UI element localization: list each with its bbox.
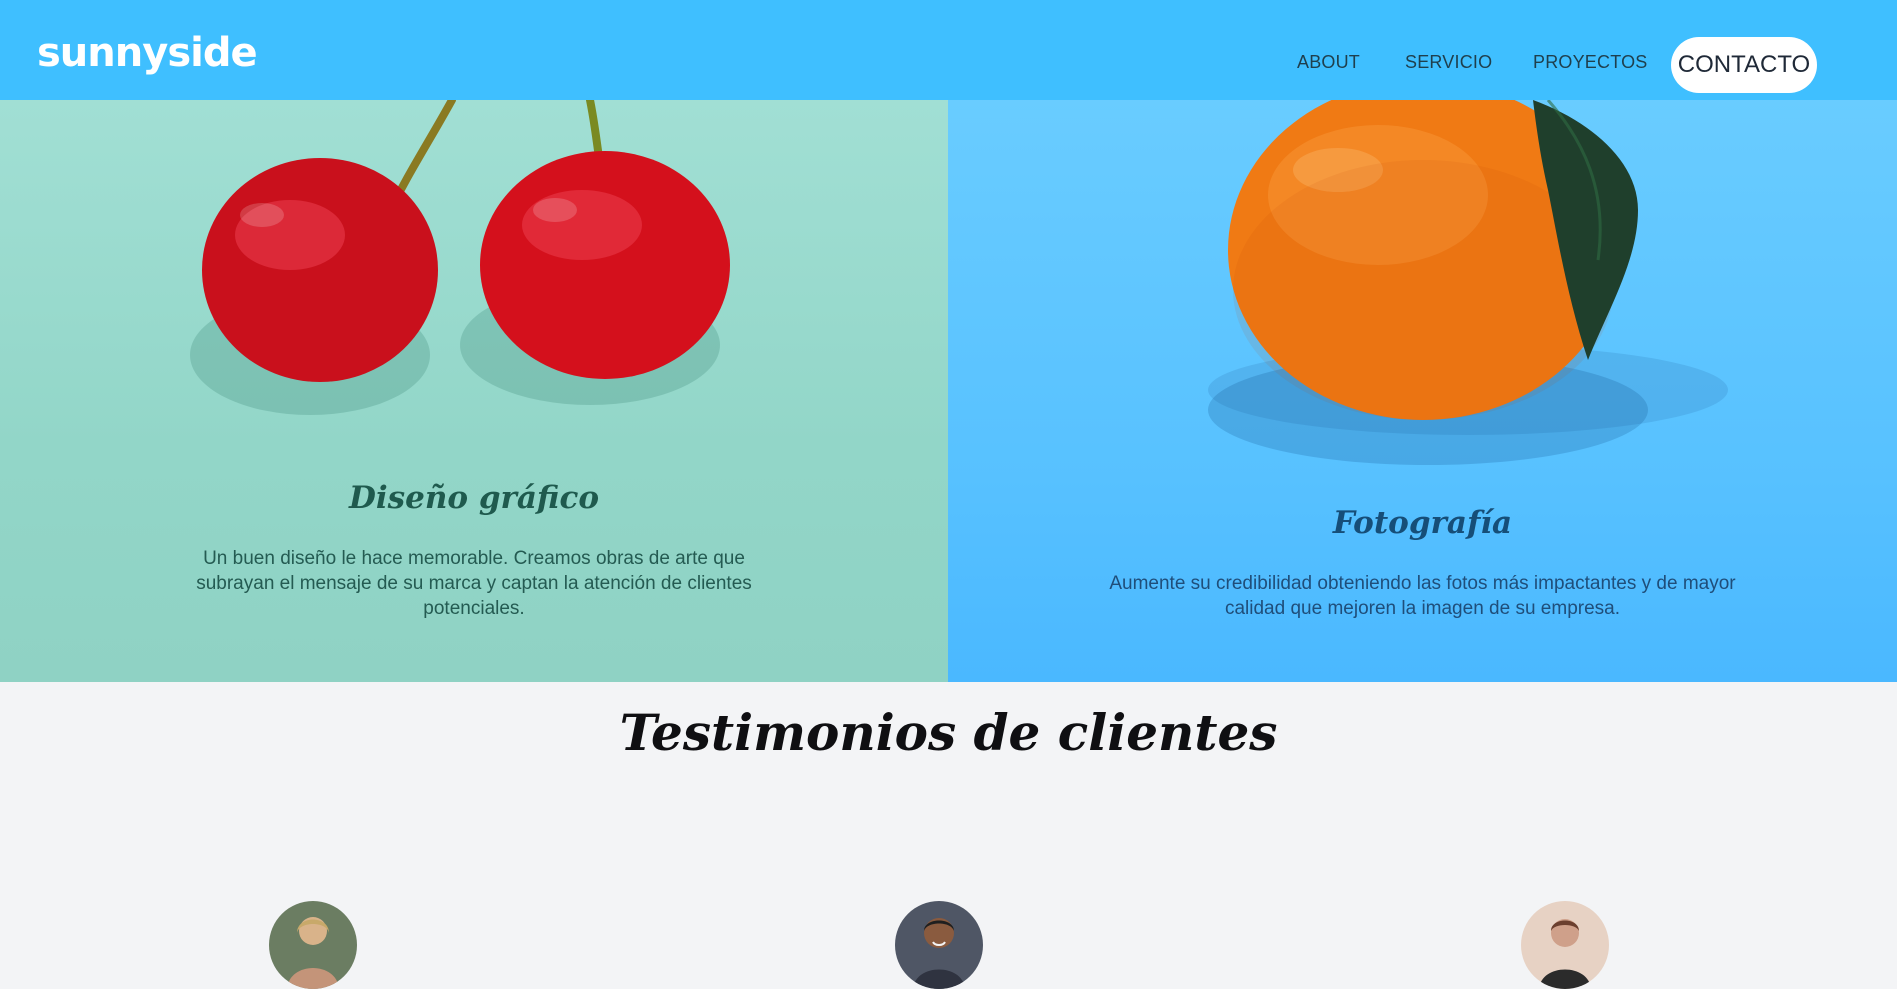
- person-avatar-3: [1521, 901, 1609, 989]
- avatar-image-1: [269, 901, 357, 989]
- nav-proyectos-link[interactable]: PROYECTOS: [1533, 52, 1648, 73]
- graphic-design-panel: Diseño gráfico Un buen diseño le hace me…: [0, 100, 948, 682]
- avatar-image-2: [895, 901, 983, 989]
- nav-about-link[interactable]: ABOUT: [1297, 52, 1360, 73]
- nav-servicio-link[interactable]: SERVICIO: [1405, 52, 1492, 73]
- graphic-design-title: Diseño gráfico: [348, 480, 600, 516]
- photography-title: Fotografía: [1332, 505, 1513, 541]
- photography-description: Aumente su credibilidad obteniendo las f…: [1109, 573, 1736, 619]
- avatar-image-3: [1521, 901, 1609, 989]
- testimonials-title: Testimonios de clientes: [619, 703, 1278, 762]
- contact-button[interactable]: CONTACTO: [1671, 37, 1817, 93]
- photography-panel: Fotografía Aumente su credibilidad obten…: [948, 100, 1897, 682]
- site-header: sunnyside ABOUT SERVICIO PROYECTOS CONTA…: [0, 0, 1897, 100]
- person-avatar-2: [895, 901, 983, 989]
- logo[interactable]: sunnyside: [37, 29, 258, 77]
- graphic-design-description: Un buen diseño le hace memorable. Creamo…: [196, 548, 752, 619]
- person-avatar-1: [269, 901, 357, 989]
